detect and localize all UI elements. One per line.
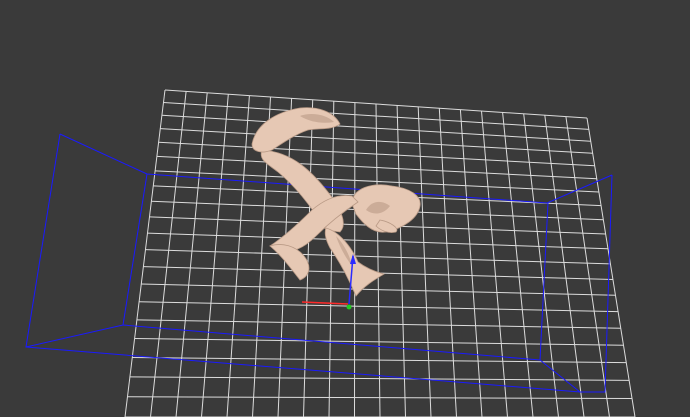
grid-line-vertical [544, 115, 585, 417]
scene-canvas[interactable] [0, 0, 690, 417]
bounding-box [25, 133, 613, 393]
grid-line-vertical [417, 106, 432, 417]
grid-line-vertical [586, 117, 636, 417]
grid-line-vertical [565, 116, 610, 417]
grid-line-vertical [226, 95, 250, 417]
grid-line-vertical [375, 103, 381, 417]
grid-line-vertical [201, 94, 229, 417]
grid-line-vertical [438, 108, 457, 417]
grid-line-vertical [328, 101, 335, 417]
floor-grid [124, 89, 636, 417]
grid-line-vertical [459, 109, 483, 417]
grid-line-vertical [396, 105, 406, 417]
grid-line-vertical [124, 89, 166, 417]
grid-line-vertical [481, 110, 508, 417]
arms-hands-model[interactable] [251, 107, 421, 297]
3d-viewport[interactable] [0, 0, 690, 417]
